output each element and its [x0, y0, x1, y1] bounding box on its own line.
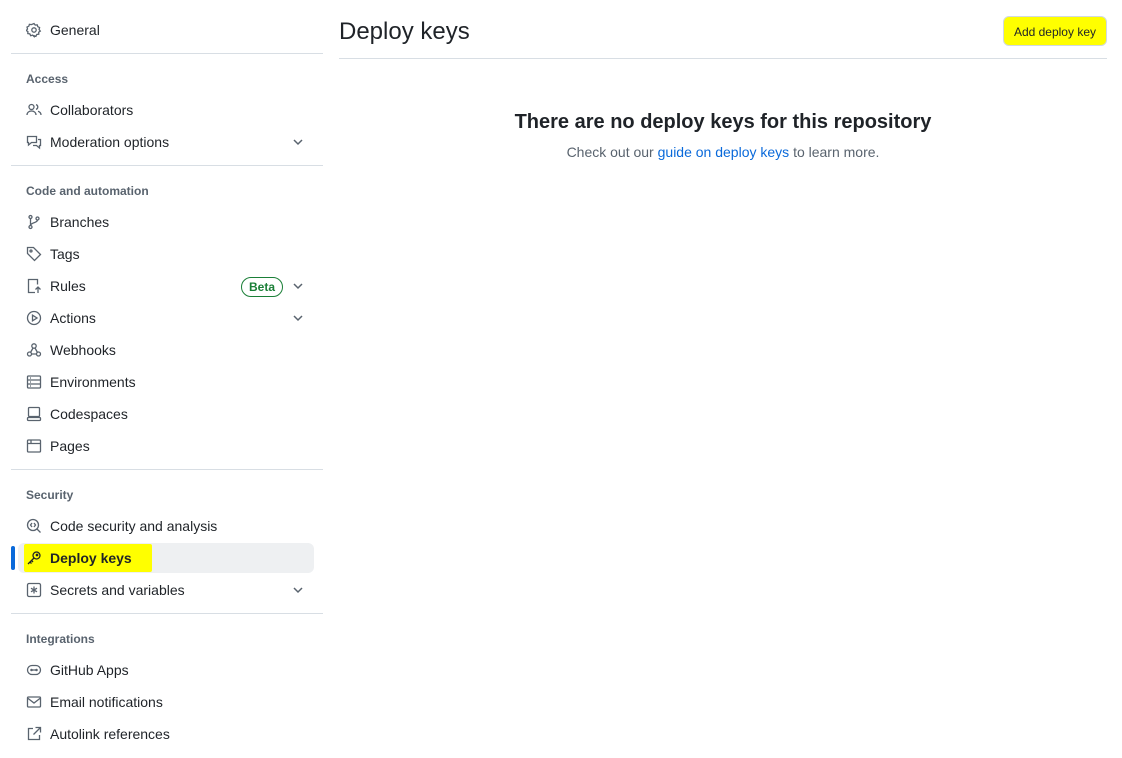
gear-icon — [26, 22, 42, 38]
link-external-icon — [26, 726, 42, 742]
sidebar-item-general[interactable]: General — [18, 15, 314, 45]
sidebar-item-label: GitHub Apps — [50, 662, 129, 678]
chevron-down-icon — [290, 310, 306, 326]
divider — [11, 613, 323, 614]
sidebar-item-label: Tags — [50, 246, 80, 262]
sidebar-item-label: Deploy keys — [24, 544, 152, 572]
main-content: Deploy keys Add deploy key There are no … — [339, 0, 1107, 758]
sidebar-item-codespaces[interactable]: Codespaces — [18, 399, 314, 429]
blankslate-heading: There are no deploy keys for this reposi… — [514, 111, 932, 133]
sidebar-item-email[interactable]: Email notifications — [18, 687, 314, 717]
sidebar-item-label: Code security and analysis — [50, 518, 218, 534]
server-icon — [26, 374, 42, 390]
blankslate-text-suffix: to learn more. — [793, 144, 880, 160]
sidebar-item-label: Webhooks — [50, 342, 116, 358]
section-heading-integrations: Integrations — [26, 632, 95, 646]
blankslate-text-prefix: Check out our — [566, 144, 654, 160]
section-heading-security: Security — [26, 488, 74, 502]
git-branch-icon — [26, 214, 42, 230]
sidebar-item-secrets[interactable]: Secrets and variables — [18, 575, 314, 605]
chevron-down-icon — [290, 278, 306, 294]
repo-push-icon — [26, 278, 42, 294]
sidebar-item-label: Environments — [50, 374, 136, 390]
blankslate-description: Check out our guide on deploy keys to le… — [339, 144, 1107, 160]
sidebar-item-branches[interactable]: Branches — [18, 207, 314, 237]
section-heading-access: Access — [26, 72, 69, 86]
sidebar-item-deploy-keys[interactable]: Deploy keys — [18, 543, 314, 573]
hubot-icon — [26, 662, 42, 678]
webhook-icon — [26, 342, 42, 358]
page-title: Deploy keys — [339, 18, 470, 45]
chevron-down-icon — [290, 134, 306, 150]
sidebar-item-label: Secrets and variables — [50, 582, 185, 598]
divider — [339, 58, 1107, 59]
sidebar-item-label: Actions — [50, 310, 96, 326]
sidebar-item-label: Pages — [50, 438, 90, 454]
section-heading-code: Code and automation — [26, 184, 149, 198]
sidebar-item-label: Rules — [50, 278, 86, 294]
beta-badge: Beta — [240, 277, 283, 297]
divider — [11, 165, 323, 166]
sidebar-item-code-security[interactable]: Code security and analysis — [18, 511, 314, 541]
browser-icon — [26, 438, 42, 454]
divider — [11, 53, 323, 54]
sidebar-item-moderation[interactable]: Moderation options — [18, 127, 314, 157]
sidebar-item-rules[interactable]: Rules Beta — [18, 271, 314, 301]
sidebar-item-label: Collaborators — [50, 102, 134, 118]
chevron-down-icon — [290, 582, 306, 598]
sidebar-item-actions[interactable]: Actions — [18, 303, 314, 333]
divider — [11, 469, 323, 470]
comment-discussion-icon — [26, 134, 42, 150]
settings-sidebar: General Access Collaborators Moderation … — [0, 0, 330, 758]
key-asterisk-icon — [26, 582, 42, 598]
sidebar-item-tags[interactable]: Tags — [18, 239, 314, 269]
people-icon — [26, 102, 42, 118]
sidebar-item-autolink[interactable]: Autolink references — [18, 719, 314, 749]
codespaces-icon — [26, 406, 42, 422]
active-indicator — [11, 546, 15, 570]
sidebar-item-collaborators[interactable]: Collaborators — [18, 95, 314, 125]
key-icon — [26, 550, 42, 566]
sidebar-item-pages[interactable]: Pages — [18, 431, 314, 461]
deploy-keys-guide-link[interactable]: guide on deploy keys — [658, 144, 790, 160]
sidebar-item-label: Email notifications — [50, 694, 163, 710]
sidebar-item-github-apps[interactable]: GitHub Apps — [18, 655, 314, 685]
add-deploy-key-button[interactable]: Add deploy key — [1002, 16, 1107, 46]
sidebar-item-label: Autolink references — [50, 726, 170, 742]
play-icon — [26, 310, 42, 326]
sidebar-item-label: General — [50, 22, 100, 38]
tag-icon — [26, 246, 42, 262]
sidebar-item-webhooks[interactable]: Webhooks — [18, 335, 314, 365]
sidebar-item-label: Codespaces — [50, 406, 128, 422]
mail-icon — [26, 694, 42, 710]
sidebar-item-label: Branches — [50, 214, 110, 230]
codescan-icon — [26, 518, 42, 534]
sidebar-item-label: Moderation options — [50, 134, 170, 150]
sidebar-item-environments[interactable]: Environments — [18, 367, 314, 397]
